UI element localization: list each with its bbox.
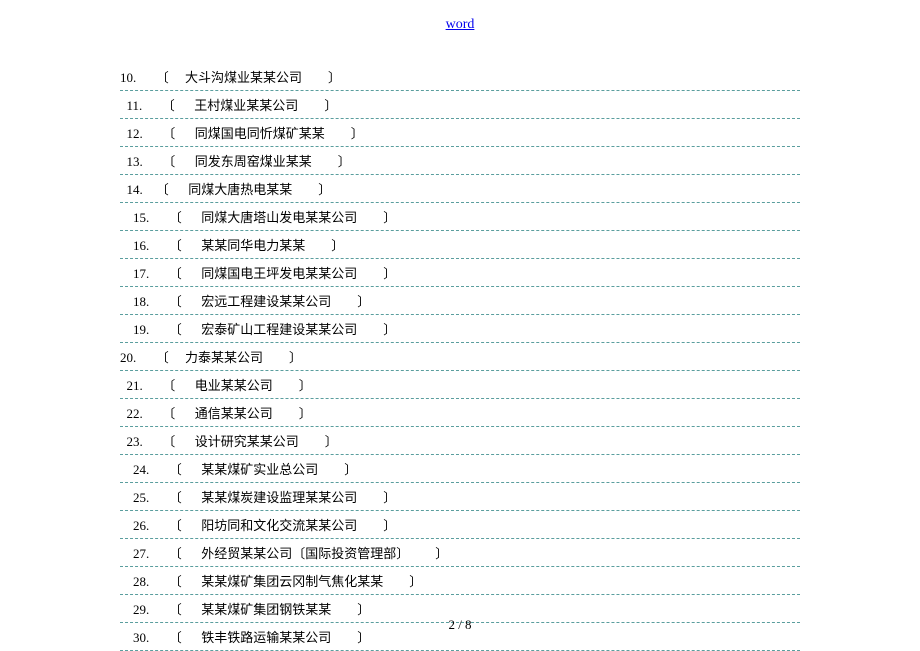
row-num: 17. <box>133 266 149 281</box>
list-item: 21. 〔 电业某某公司 〕 <box>120 371 800 399</box>
row-num: 23. <box>127 434 143 449</box>
row-num: 22. <box>127 406 143 421</box>
row-num: 25. <box>133 490 149 505</box>
list-item: 16. 〔 某某同华电力某某 〕 <box>120 231 800 259</box>
row-name: 同煤国电王坪发电某某公司 <box>201 266 357 281</box>
row-name: 力泰某某公司 <box>185 350 263 365</box>
row-name: 宏远工程建设某某公司 <box>201 294 331 309</box>
word-link[interactable]: word <box>446 17 475 32</box>
list-item: 18. 〔 宏远工程建设某某公司 〕 <box>120 287 800 315</box>
page-footer: 2 / 8 <box>0 617 920 633</box>
list-content: 10. 〔 大斗沟煤业某某公司 〕 11. 〔 王村煤业某某公司 〕 12. 〔… <box>0 63 920 651</box>
list-item: 15. 〔 同煤大唐塔山发电某某公司 〕 <box>120 203 800 231</box>
row-name: 通信某某公司 <box>195 406 273 421</box>
row-name: 某某煤炭建设监理某某公司 <box>201 490 357 505</box>
list-item: 19. 〔 宏泰矿山工程建设某某公司 〕 <box>120 315 800 343</box>
row-name: 同煤大唐塔山发电某某公司 <box>201 210 357 225</box>
list-item: 23. 〔 设计研究某某公司 〕 <box>120 427 800 455</box>
row-num: 19. <box>133 322 149 337</box>
list-item: 22. 〔 通信某某公司 〕 <box>120 399 800 427</box>
list-item: 17. 〔 同煤国电王坪发电某某公司 〕 <box>120 259 800 287</box>
row-name: 某某煤矿实业总公司 <box>201 462 318 477</box>
list-item: 14. 〔 同煤大唐热电某某 〕 <box>120 175 800 203</box>
row-num: 13. <box>127 154 143 169</box>
row-name: 同煤国电同忻煤矿某某 <box>195 126 325 141</box>
row-num: 29. <box>133 602 149 617</box>
row-name: 王村煤业某某公司 <box>194 98 298 113</box>
page-header: word <box>0 0 920 63</box>
row-num: 14. <box>127 182 143 197</box>
list-item: 20. 〔 力泰某某公司 〕 <box>120 343 800 371</box>
list-item: 27. 〔 外经贸某某公司〔国际投资管理部〕 〕 <box>120 539 800 567</box>
row-num: 20. <box>120 350 136 365</box>
list-item: 26. 〔 阳坊同和文化交流某某公司 〕 <box>120 511 800 539</box>
row-name: 阳坊同和文化交流某某公司 <box>201 518 357 533</box>
row-name: 宏泰矿山工程建设某某公司 <box>201 322 357 337</box>
list-item: 25. 〔 某某煤炭建设监理某某公司 〕 <box>120 483 800 511</box>
row-name: 某某同华电力某某 <box>201 238 305 253</box>
row-name: 某某煤矿集团云冈制气焦化某某 <box>201 574 383 589</box>
row-name: 同发东周窑煤业某某 <box>195 154 312 169</box>
list-item: 28. 〔 某某煤矿集团云冈制气焦化某某 〕 <box>120 567 800 595</box>
row-num: 11. <box>127 98 143 113</box>
row-num: 27. <box>133 546 149 561</box>
row-num: 18. <box>133 294 149 309</box>
page-number: 2 / 8 <box>448 617 471 632</box>
row-name: 同煤大唐热电某某 <box>188 182 292 197</box>
row-name: 设计研究某某公司 <box>195 434 299 449</box>
row-name: 电业某某公司 <box>195 378 273 393</box>
row-num: 26. <box>133 518 149 533</box>
row-num: 10. <box>120 70 136 85</box>
row-num: 12. <box>127 126 143 141</box>
list-item: 13. 〔 同发东周窑煤业某某 〕 <box>120 147 800 175</box>
list-item: 11. 〔 王村煤业某某公司 〕 <box>120 91 800 119</box>
row-name: 大斗沟煤业某某公司 <box>185 70 302 85</box>
row-name: 外经贸某某公司〔国际投资管理部〕 <box>201 546 409 561</box>
row-num: 21. <box>127 378 143 393</box>
row-num: 16. <box>133 238 149 253</box>
list-item: 10. 〔 大斗沟煤业某某公司 〕 <box>120 63 800 91</box>
row-num: 15. <box>133 210 149 225</box>
row-name: 某某煤矿集团钢铁某某 <box>201 602 331 617</box>
list-item: 24. 〔 某某煤矿实业总公司 〕 <box>120 455 800 483</box>
row-num: 28. <box>133 574 149 589</box>
row-num: 24. <box>133 462 149 477</box>
list-item: 12. 〔 同煤国电同忻煤矿某某 〕 <box>120 119 800 147</box>
